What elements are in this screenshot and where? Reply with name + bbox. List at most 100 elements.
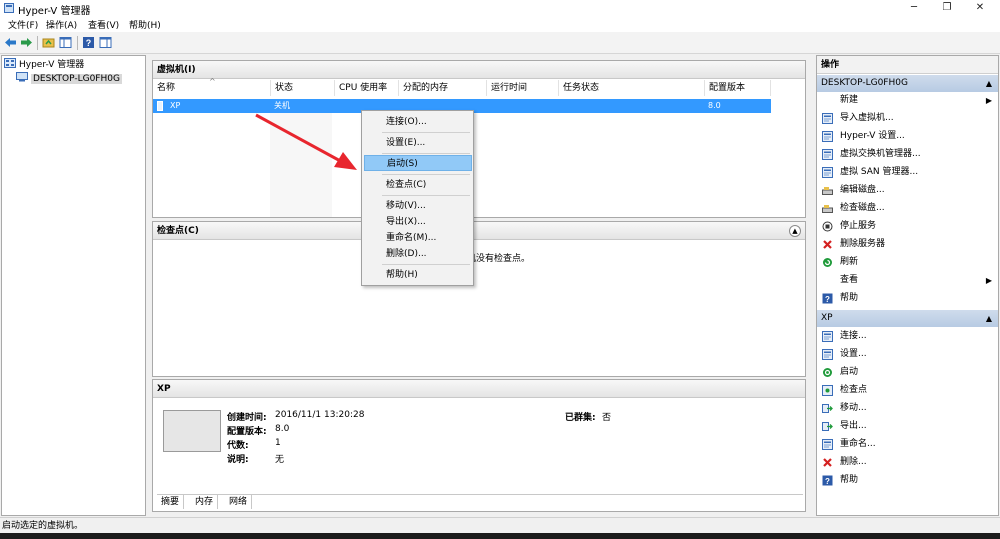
host-action-9[interactable]: 刷新 (817, 254, 998, 271)
vm-action-3[interactable]: 检查点 (817, 382, 998, 399)
description-value: 无 (275, 455, 285, 465)
host-action-2[interactable]: Hyper-V 设置... (817, 128, 998, 145)
menu-separator (382, 195, 470, 196)
host-action-1[interactable]: 导入虚拟机... (817, 110, 998, 127)
menu-view[interactable]: 查看(V) (88, 18, 119, 31)
tree-item-label: Hyper-V 管理器 (19, 60, 85, 70)
collapse-up-icon[interactable]: ▲ (986, 310, 992, 327)
tree-item-hyperv-manager[interactable]: Hyper-V 管理器 (4, 58, 84, 71)
show-hide-action-pane-icon[interactable] (99, 36, 112, 49)
ctx-rename[interactable]: 重命名(M)... (364, 230, 472, 246)
start-icon (822, 367, 833, 378)
action-label: 查看 (840, 275, 859, 285)
host-action-6[interactable]: 检查磁盘... (817, 200, 998, 217)
action-label: 连接... (840, 331, 867, 341)
vm-action-2[interactable]: 启动 (817, 364, 998, 381)
vm-action-7[interactable]: 删除... (817, 454, 998, 471)
vm-icon (157, 101, 163, 111)
checkpoints-title: 检查点(C) (157, 226, 199, 236)
ctx-start[interactable]: 启动(S) (364, 155, 472, 171)
svg-text:?: ? (825, 295, 830, 304)
action-label: 停止服务 (840, 221, 877, 231)
menu-separator (382, 132, 470, 133)
vm-action-8[interactable]: ? 帮助 (817, 472, 998, 489)
description-label: 说明: (227, 455, 249, 465)
actions-host-section[interactable]: DESKTOP-LG0FH0G ▲ (817, 75, 998, 92)
actions-vm-section[interactable]: XP ▲ (817, 310, 998, 327)
tab-summary[interactable]: 摘要 (157, 495, 185, 509)
action-label: 帮助 (840, 475, 859, 485)
submenu-arrow-icon: ▶ (985, 276, 992, 285)
host-action-8[interactable]: 删除服务器 (817, 236, 998, 253)
svg-text:?: ? (86, 38, 92, 48)
help-icon[interactable]: ? (82, 36, 95, 49)
host-action-3[interactable]: 虚拟交换机管理器... (817, 146, 998, 163)
edit-disk-icon (822, 185, 833, 196)
back-arrow-icon[interactable] (4, 36, 17, 49)
window-title: Hyper-V 管理器 (18, 6, 91, 17)
menu-file[interactable]: 文件(F) (8, 18, 38, 31)
vm-action-4[interactable]: 移动... (817, 400, 998, 417)
host-action-0[interactable]: 新建 ▶ (817, 92, 998, 109)
action-label: 设置... (840, 349, 867, 359)
action-label: 新建 (840, 95, 859, 105)
move-icon (822, 403, 833, 414)
minimize-button[interactable]: ─ (900, 0, 928, 16)
title-bar: Hyper-V 管理器 ─ ❐ ✕ (0, 0, 1000, 17)
host-action-10[interactable]: 查看 ▶ (817, 272, 998, 289)
details-header: XP (153, 380, 805, 398)
column-uptime[interactable]: 运行时间 (487, 80, 559, 96)
menu-help[interactable]: 帮助(H) (129, 18, 161, 31)
ctx-move[interactable]: 移动(V)... (364, 198, 472, 214)
tab-memory[interactable]: 内存 (191, 495, 219, 509)
column-config-version[interactable]: 配置版本 (705, 80, 771, 96)
column-memory[interactable]: 分配的内存 (399, 80, 487, 96)
close-button[interactable]: ✕ (966, 0, 994, 16)
ctx-delete[interactable]: 删除(D)... (364, 246, 472, 262)
vm-action-0[interactable]: 连接... (817, 328, 998, 345)
virtual-machines-header: 虚拟机(I) (153, 61, 805, 79)
vm-action-6[interactable]: 重命名... (817, 436, 998, 453)
restore-button[interactable]: ❐ (933, 0, 961, 16)
column-state[interactable]: 状态 (271, 80, 335, 96)
host-action-5[interactable]: 编辑磁盘... (817, 182, 998, 199)
column-task-status[interactable]: 任务状态 (559, 80, 705, 96)
inspect-disk-icon (822, 203, 833, 214)
menu-action[interactable]: 操作(A) (46, 18, 77, 31)
column-cpu[interactable]: CPU 使用率 (335, 80, 399, 96)
ctx-export[interactable]: 导出(X)... (364, 214, 472, 230)
host-action-4[interactable]: 虚拟 SAN 管理器... (817, 164, 998, 181)
ctx-connect[interactable]: 连接(O)... (364, 114, 472, 130)
action-label: 虚拟交换机管理器... (840, 149, 921, 159)
delete-server-icon (822, 239, 833, 250)
menu-separator (382, 174, 470, 175)
no-checkpoints-message: 机没有检查点。 (467, 254, 531, 264)
vm-action-1[interactable]: 设置... (817, 346, 998, 363)
checkpoint-icon (822, 385, 833, 396)
collapse-icon[interactable]: ▲ (789, 225, 801, 237)
vm-name: XP (170, 101, 181, 110)
menu-bar: 文件(F) 操作(A) 查看(V) 帮助(H) (0, 16, 1000, 32)
action-label: 虚拟 SAN 管理器... (840, 167, 919, 177)
action-label: 删除服务器 (840, 239, 886, 249)
tree-item-desktop-host[interactable]: DESKTOP-LG0FH0G (16, 72, 122, 85)
ctx-settings[interactable]: 设置(E)... (364, 135, 472, 151)
hyperv-manager-icon (4, 58, 16, 68)
tab-network[interactable]: 网络 (225, 495, 253, 509)
up-folder-icon[interactable] (42, 36, 55, 49)
show-hide-console-tree-icon[interactable] (59, 36, 72, 49)
actions-pane: 操作 DESKTOP-LG0FH0G ▲ 新建 ▶ 导入虚拟机... Hyper-V … (816, 55, 999, 516)
details-pane: XP 创建时间: 2016/11/1 13:20:28 配置版本: 8.0 代数… (152, 379, 806, 512)
collapse-up-icon[interactable]: ▲ (986, 75, 992, 92)
action-label: Hyper-V 设置... (840, 131, 905, 141)
vm-action-5[interactable]: 导出... (817, 418, 998, 435)
host-action-7[interactable]: 停止服务 (817, 218, 998, 235)
svg-text:?: ? (825, 477, 830, 486)
created-value: 2016/11/1 13:20:28 (275, 410, 365, 420)
checkpoints-pane: 检查点(C) ▲ 机没有检查点。 (152, 221, 806, 377)
ctx-help[interactable]: 帮助(H) (364, 267, 472, 283)
ctx-checkpoint[interactable]: 检查点(C) (364, 177, 472, 193)
forward-arrow-icon[interactable] (20, 36, 33, 49)
host-action-11[interactable]: ? 帮助 (817, 290, 998, 307)
vm-config-version: 8.0 (708, 101, 721, 110)
